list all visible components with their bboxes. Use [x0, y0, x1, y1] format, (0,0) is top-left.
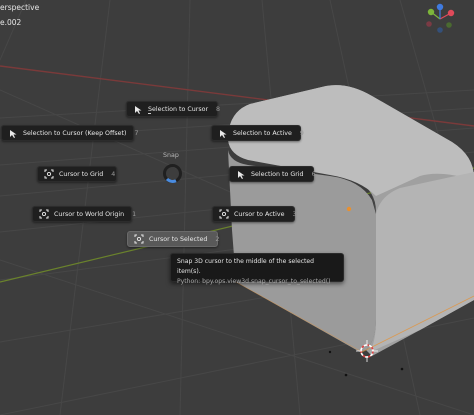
pie-item-selection-to-active[interactable]: Selection to Active 9 [211, 125, 304, 141]
operator-tooltip: Snap 3D cursor to the middle of the sele… [170, 253, 344, 285]
pie-item-selection-to-grid[interactable]: Selection to Grid 6 [229, 166, 316, 182]
tooltip-description: Snap 3D cursor to the middle of the sele… [177, 258, 315, 275]
snap-cursor-icon [38, 208, 50, 220]
pie-item-selection-to-cursor-keep-offset[interactable]: Selection to Cursor (Keep Offset) 7 [1, 125, 138, 141]
tooltip-python-path: Python: bpy.ops.view3d.snap_cursor_to_se… [177, 278, 331, 285]
pie-menu-title: Snap [163, 152, 179, 159]
cursor-arrow-icon [217, 127, 229, 139]
pie-item-cursor-to-world-origin[interactable]: Cursor to World Origin 1 [32, 206, 136, 222]
pie-direction-indicator [163, 164, 182, 183]
snap-cursor-icon [218, 208, 230, 220]
snap-cursor-icon [133, 233, 145, 245]
cursor-arrow-icon [235, 168, 247, 180]
3d-viewport[interactable]: erspective e.002 Snap Selection to Curso… [0, 0, 474, 415]
object-origin-dot [346, 206, 352, 212]
navigation-gizmo[interactable] [426, 3, 455, 33]
pie-item-cursor-to-selected[interactable]: Cursor to Selected 2 [127, 231, 219, 247]
cursor-arrow-icon [132, 103, 144, 115]
cursor-arrow-icon [7, 127, 19, 139]
pie-item-cursor-to-active[interactable]: Cursor to Active 3 [212, 206, 297, 222]
viewport-header-perspective: erspective [0, 3, 40, 12]
viewport-header-object: e.002 [0, 18, 22, 27]
pie-item-selection-to-cursor[interactable]: Selection to Cursor 8 [126, 101, 220, 117]
snap-cursor-icon [43, 168, 55, 180]
pie-item-cursor-to-grid[interactable]: Cursor to Grid 4 [37, 166, 117, 182]
